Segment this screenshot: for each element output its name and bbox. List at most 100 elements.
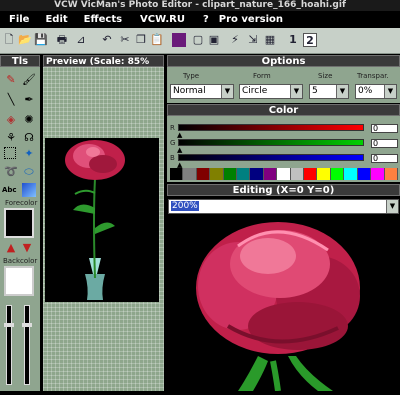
- form-label: Form: [253, 72, 271, 80]
- menu-vcw-ru[interactable]: VCW.RU: [140, 14, 185, 25]
- slider-left[interactable]: [6, 305, 12, 385]
- menu-edit[interactable]: Edit: [45, 14, 67, 25]
- line-icon[interactable]: ╲: [4, 93, 18, 107]
- form-value: Circle: [242, 86, 268, 96]
- forecolor-label: Forecolor: [5, 199, 38, 207]
- paste-icon[interactable]: 📋: [150, 33, 164, 47]
- text-tool[interactable]: Abc: [2, 183, 17, 197]
- copy-icon[interactable]: ❐: [134, 33, 148, 47]
- preview-image[interactable]: [45, 138, 159, 302]
- scan-icon[interactable]: ⊿: [74, 33, 88, 47]
- blue-slider[interactable]: [178, 154, 364, 161]
- palette-swatch[interactable]: [290, 168, 305, 180]
- type-select[interactable]: Normal ▼: [170, 84, 234, 99]
- size-dropdown-icon[interactable]: ▼: [336, 85, 348, 98]
- palette-swatch[interactable]: [384, 168, 398, 180]
- type-dropdown-icon[interactable]: ▼: [221, 85, 233, 98]
- zoom-value: 200%: [171, 201, 199, 211]
- print-icon[interactable]: 🖶: [55, 33, 69, 47]
- editing-canvas[interactable]: [168, 216, 399, 392]
- green-slider-thumb-icon[interactable]: ▲: [177, 146, 182, 154]
- fill-icon[interactable]: ◈: [4, 113, 18, 127]
- gradient-icon[interactable]: [22, 183, 36, 197]
- zoom-icon[interactable]: ⬭: [22, 165, 36, 179]
- swap-up-icon[interactable]: ▲: [4, 241, 18, 255]
- color-swatch-icon[interactable]: [172, 33, 186, 47]
- transp-label: Transpar.: [357, 72, 389, 80]
- effects-icon[interactable]: ⚡: [228, 33, 242, 47]
- palette-swatch[interactable]: [183, 168, 197, 180]
- slider-left-handle[interactable]: [4, 323, 14, 327]
- palette-swatch[interactable]: [330, 168, 345, 180]
- menu-pro-version[interactable]: Pro version: [219, 14, 283, 25]
- clipart-icon[interactable]: ▢: [191, 33, 205, 47]
- lasso-icon[interactable]: ➰: [4, 165, 18, 179]
- cut-icon[interactable]: ✂: [118, 33, 132, 47]
- forecolor-swatch[interactable]: [4, 208, 34, 238]
- palette-swatch[interactable]: [357, 168, 372, 180]
- palette-swatch[interactable]: [371, 168, 385, 180]
- brush-icon[interactable]: 🖌: [22, 73, 36, 87]
- palette-swatch[interactable]: [304, 168, 318, 180]
- red-slider[interactable]: [178, 124, 364, 131]
- b-value[interactable]: 0: [371, 154, 398, 163]
- smudge-icon[interactable]: ☊: [22, 131, 36, 145]
- transp-dropdown-icon[interactable]: ▼: [384, 85, 396, 98]
- editing-header: Editing (X=0 Y=0): [167, 184, 400, 196]
- frame-icon[interactable]: ▣: [207, 33, 221, 47]
- window-title: VCW VicMan's Photo Editor - clipart_natu…: [0, 0, 400, 11]
- open-folder-icon[interactable]: 📂: [18, 33, 32, 47]
- undo-icon[interactable]: ↶: [100, 33, 114, 47]
- grid-icon[interactable]: ▦: [263, 33, 277, 47]
- size-value: 5: [312, 86, 318, 96]
- form-dropdown-icon[interactable]: ▼: [290, 85, 302, 98]
- options-header: Options: [167, 55, 400, 67]
- size-select[interactable]: 5 ▼: [309, 84, 349, 99]
- palette-swatch[interactable]: [196, 168, 211, 180]
- magic-wand-icon[interactable]: ✦: [22, 147, 36, 161]
- preview-panel: Preview (Scale: 85%: [43, 55, 164, 391]
- menu-effects[interactable]: Effects: [84, 14, 122, 25]
- slider-right-handle[interactable]: [22, 323, 32, 327]
- pencil-icon[interactable]: ✎: [4, 73, 18, 87]
- zoom-select[interactable]: 200% ▼: [168, 199, 399, 214]
- size-label: Size: [318, 72, 333, 80]
- backcolor-swatch[interactable]: [4, 266, 34, 296]
- palette-swatch[interactable]: [250, 168, 264, 180]
- options-panel: Options Type Form Size Transpar. Normal …: [167, 55, 400, 103]
- g-label: G: [170, 139, 176, 147]
- new-file-icon[interactable]: 🗋: [2, 33, 16, 47]
- eyedropper-icon[interactable]: ✒: [22, 93, 36, 107]
- color-panel: Color R ▲ 0 G ▲ 0 B ▲ 0: [167, 104, 400, 182]
- slider-right[interactable]: [24, 305, 30, 385]
- backcolor-label: Backcolor: [3, 257, 38, 265]
- zoom-dropdown-icon[interactable]: ▼: [386, 200, 398, 213]
- g-value[interactable]: 0: [371, 139, 398, 148]
- airbrush-icon[interactable]: ✺: [22, 113, 36, 127]
- green-slider[interactable]: [178, 139, 364, 146]
- palette-swatch[interactable]: [223, 168, 238, 180]
- menu-help[interactable]: ?: [203, 14, 209, 25]
- tools-header: Tls: [0, 55, 40, 67]
- editing-panel: Editing (X=0 Y=0) 200% ▼: [167, 184, 400, 392]
- palette-swatch[interactable]: [263, 168, 278, 180]
- palette-swatch[interactable]: [317, 168, 331, 180]
- swap-down-icon[interactable]: ▼: [20, 241, 34, 255]
- clone-icon[interactable]: ⚘: [4, 131, 18, 145]
- color-palette: [170, 168, 398, 180]
- save-icon[interactable]: 💾: [34, 33, 48, 47]
- select-rect-icon[interactable]: [4, 147, 16, 159]
- menu-file[interactable]: File: [9, 14, 29, 25]
- r-value[interactable]: 0: [371, 124, 398, 133]
- palette-swatch[interactable]: [344, 168, 358, 180]
- palette-swatch[interactable]: [277, 168, 291, 180]
- form-select[interactable]: Circle ▼: [239, 84, 303, 99]
- palette-swatch[interactable]: [210, 168, 224, 180]
- palette-swatch[interactable]: [237, 168, 251, 180]
- resize-icon[interactable]: ⇲: [246, 33, 260, 47]
- palette-swatch[interactable]: [170, 168, 184, 180]
- red-slider-thumb-icon[interactable]: ▲: [177, 131, 182, 139]
- transp-select[interactable]: 0% ▼: [355, 84, 397, 99]
- tab-2[interactable]: 2: [303, 33, 317, 47]
- tab-1[interactable]: 1: [286, 33, 300, 47]
